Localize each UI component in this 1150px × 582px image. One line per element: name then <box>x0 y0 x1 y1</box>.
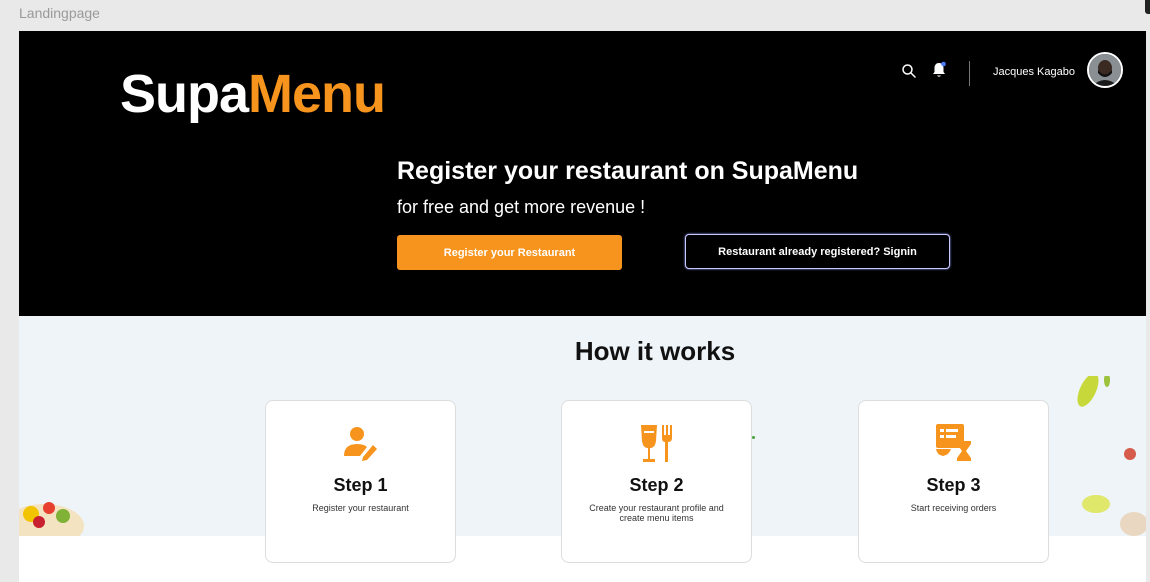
step-description: Create your restaurant profile and creat… <box>589 503 724 523</box>
step-title: Step 3 <box>926 475 981 495</box>
step-title: Step 1 <box>333 475 388 495</box>
avatar[interactable] <box>1087 52 1123 88</box>
step-title: Step 2 <box>629 475 684 495</box>
step-description: Register your restaurant <box>312 503 409 513</box>
step-card-2: Step 2 Create your restaurant profile an… <box>561 400 752 563</box>
avatar-image <box>1089 54 1121 86</box>
hero-subtitle: for free and get more revenue ! <box>397 197 646 217</box>
step-card-1: Step 1 Register your restaurant <box>265 400 456 563</box>
user-name[interactable]: Jacques Kagabo <box>993 66 1075 78</box>
user-edit-icon <box>344 427 377 461</box>
food-drink-icon <box>641 425 672 462</box>
order-timer-icon <box>936 424 971 461</box>
register-restaurant-button[interactable]: Register your Restaurant <box>397 235 622 270</box>
hero-title: Register your restaurant on SupaMenu <box>397 157 859 185</box>
bell-icon[interactable] <box>931 61 947 79</box>
hero-section: SupaMenu Jacques Kagabo Register your re… <box>19 31 1146 316</box>
logo[interactable]: SupaMenu <box>120 64 386 124</box>
search-icon[interactable] <box>901 63 917 79</box>
how-it-works-title: How it works <box>574 336 736 366</box>
decorative-dot <box>752 436 755 439</box>
logo-part-supa: Supa <box>120 64 249 124</box>
logo-part-menu: Menu <box>248 64 386 124</box>
header-divider <box>969 61 970 86</box>
signin-button[interactable]: Restaurant already registered? Signin <box>685 234 950 269</box>
step-description: Start receiving orders <box>910 503 997 513</box>
landing-page: SupaMenu Jacques Kagabo Register your re… <box>19 31 1146 582</box>
step-card-3: Step 3 Start receiving orders <box>858 400 1049 563</box>
decorative-food-left <box>19 502 84 536</box>
window-edge <box>1145 0 1150 14</box>
decorative-lime-right <box>1077 376 1146 536</box>
frame-label: Landingpage <box>19 5 100 21</box>
